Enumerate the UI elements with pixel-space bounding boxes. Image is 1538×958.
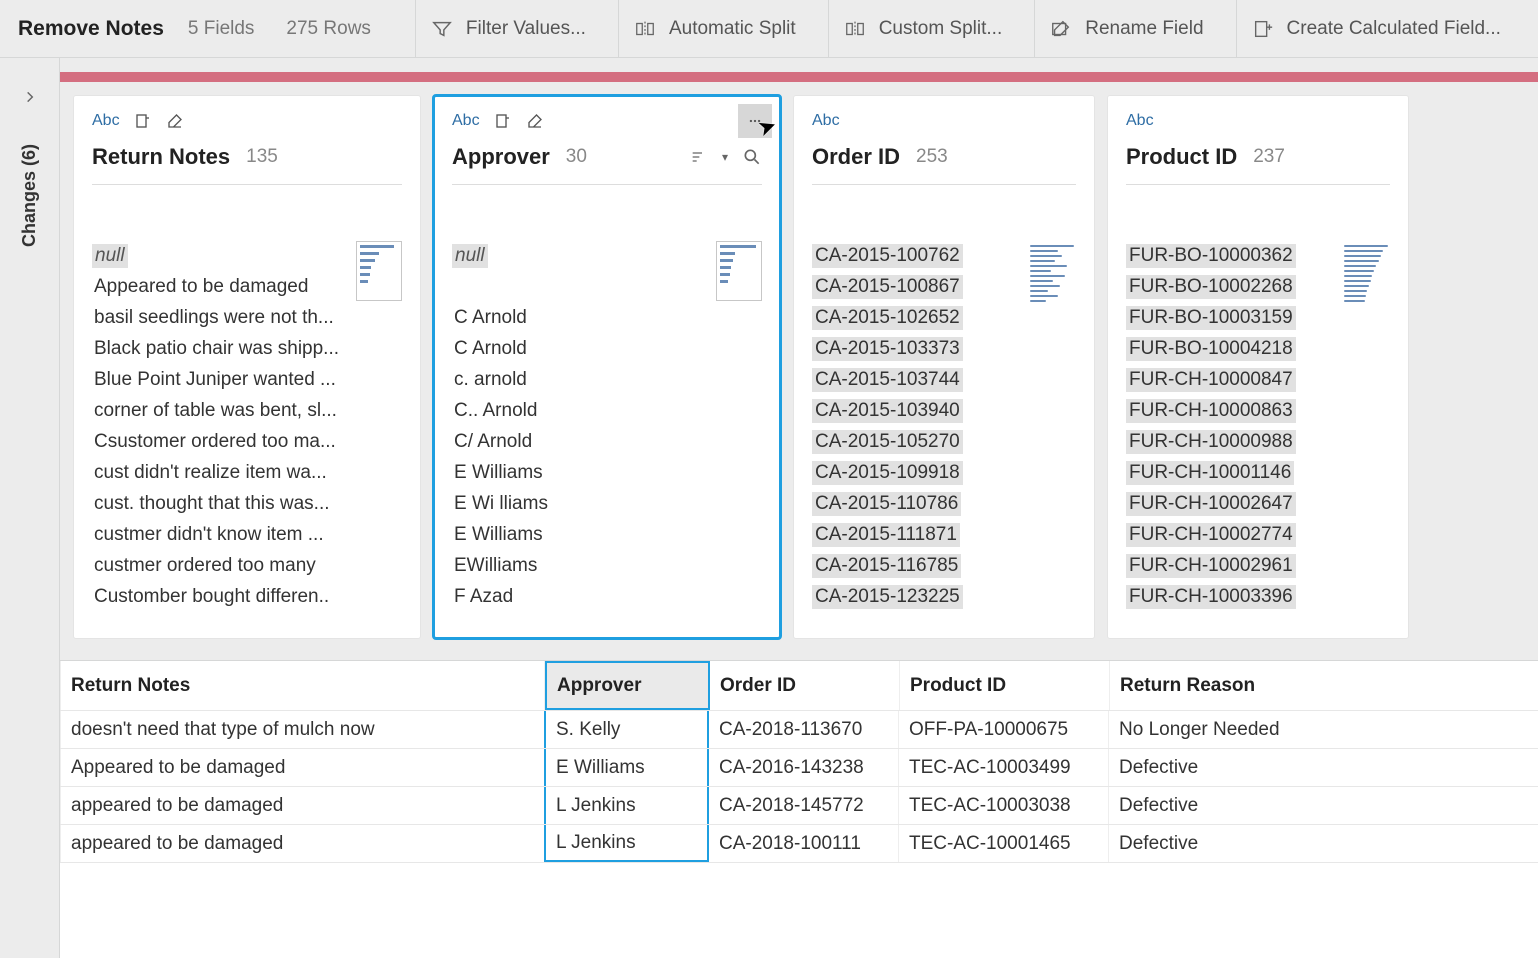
table-row[interactable]: appeared to be damaged L Jenkins CA-2018… <box>60 787 1538 825</box>
step-color-strip <box>60 72 1538 82</box>
table-row[interactable]: doesn't need that type of mulch now S. K… <box>60 711 1538 749</box>
edit-icon[interactable] <box>526 112 544 130</box>
distribution-bars <box>1030 241 1076 630</box>
distribution-preview <box>716 241 762 301</box>
table-row[interactable]: appeared to be damaged L Jenkins CA-2018… <box>60 825 1538 863</box>
distribution-bars <box>1344 241 1390 630</box>
split-custom-icon <box>843 17 867 41</box>
automatic-split-button[interactable]: Automatic Split <box>618 0 810 57</box>
col-header-approver[interactable]: Approver <box>545 661 710 710</box>
split-auto-icon <box>633 17 657 41</box>
type-abc-icon: Abc <box>92 112 120 130</box>
custom-split-button[interactable]: Custom Split... <box>828 0 1017 57</box>
field-card-approver[interactable]: ➤ Abc Approver 30 <box>434 96 780 638</box>
field-title: Return Notes <box>92 144 230 170</box>
create-calc-field-button[interactable]: Create Calculated Field... <box>1236 0 1515 57</box>
type-abc-icon: Abc <box>812 112 840 130</box>
search-icon[interactable] <box>742 147 762 167</box>
rename-icon <box>1049 17 1073 41</box>
distribution-preview <box>356 241 402 301</box>
edit-icon[interactable] <box>166 112 184 130</box>
group-icon[interactable] <box>134 112 152 130</box>
grid-header-row: Return Notes Approver Order ID Product I… <box>60 661 1538 711</box>
field-title: Order ID <box>812 144 900 170</box>
field-count: 237 <box>1253 146 1285 168</box>
group-icon[interactable] <box>494 112 512 130</box>
data-grid[interactable]: Return Notes Approver Order ID Product I… <box>60 660 1538 958</box>
sort-dropdown-icon[interactable]: ▾ <box>722 150 728 164</box>
values-list[interactable]: FUR-BO-10000362 FUR-BO-10002268 FUR-BO-1… <box>1126 241 1334 630</box>
col-header-return-notes[interactable]: Return Notes <box>60 661 545 710</box>
rename-field-button[interactable]: Rename Field <box>1034 0 1217 57</box>
sort-icon[interactable] <box>688 149 708 165</box>
profile-cards-row: Abc Return Notes 135 null Appe <box>60 96 1538 652</box>
col-header-order-id[interactable]: Order ID <box>710 661 900 710</box>
col-header-return-reason[interactable]: Return Reason <box>1110 661 1410 710</box>
card-menu-button[interactable] <box>738 104 772 138</box>
table-row[interactable]: Appeared to be damaged E Williams CA-201… <box>60 749 1538 787</box>
type-abc-icon: Abc <box>1126 112 1154 130</box>
field-count: 135 <box>246 146 278 168</box>
field-title: Approver <box>452 144 550 170</box>
field-title: Product ID <box>1126 144 1237 170</box>
filter-icon <box>430 17 454 41</box>
field-card-product-id[interactable]: Abc Product ID 237 FUR-BO-10000362 FUR-B… <box>1108 96 1408 638</box>
changes-label[interactable]: Changes (6) <box>19 144 40 247</box>
changes-sidebar: Changes (6) <box>0 58 60 958</box>
rows-count: 275 Rows <box>286 18 371 40</box>
values-list[interactable]: null C Arnold C Arnold c. arnold C.. Arn… <box>452 241 706 630</box>
field-card-order-id[interactable]: Abc Order ID 253 CA-2015-100762 CA-2015-… <box>794 96 1094 638</box>
col-header-product-id[interactable]: Product ID <box>900 661 1110 710</box>
field-card-return-notes[interactable]: Abc Return Notes 135 null Appe <box>74 96 420 638</box>
expand-sidebar-icon[interactable] <box>23 90 37 104</box>
values-list[interactable]: null Appeared to be damaged basil seedli… <box>92 241 346 630</box>
field-count: 30 <box>566 146 587 168</box>
top-toolbar: Remove Notes 5 Fields 275 Rows Filter Va… <box>0 0 1538 58</box>
field-count: 253 <box>916 146 948 168</box>
type-abc-icon: Abc <box>452 112 480 130</box>
fields-count: 5 Fields <box>188 18 255 40</box>
page-title: Remove Notes <box>18 17 164 41</box>
filter-values-button[interactable]: Filter Values... <box>415 0 600 57</box>
values-list[interactable]: CA-2015-100762 CA-2015-100867 CA-2015-10… <box>812 241 1020 630</box>
calc-field-icon <box>1251 17 1275 41</box>
